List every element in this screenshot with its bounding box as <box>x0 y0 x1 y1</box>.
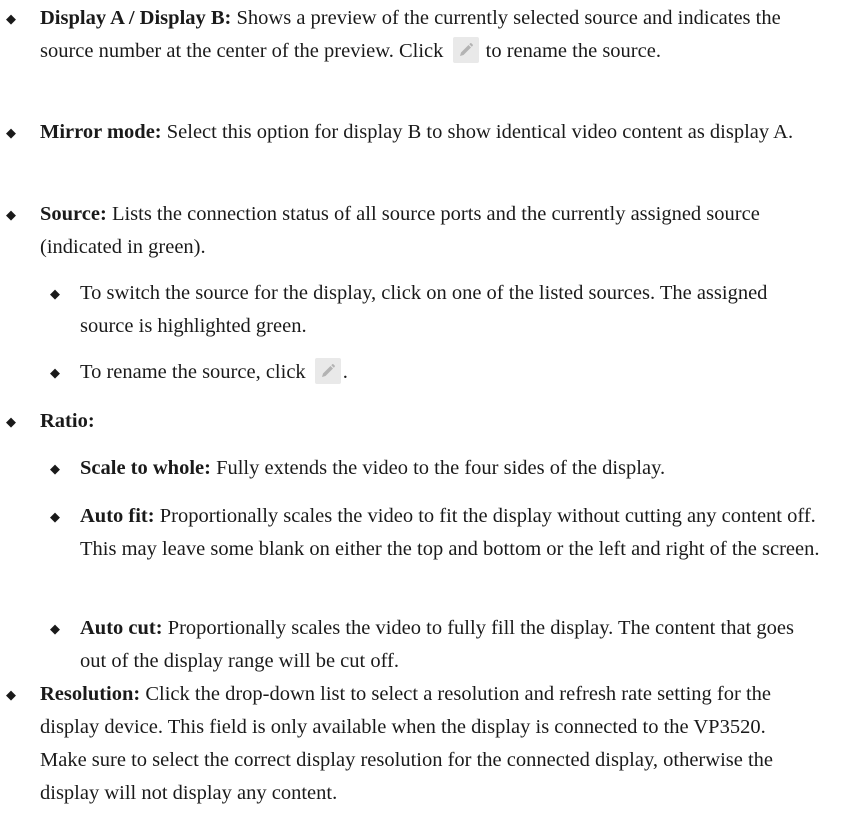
term-source: Source: <box>40 203 107 225</box>
description-rename-part2: . <box>342 361 348 383</box>
term-ratio: Ratio: <box>40 410 95 432</box>
description-resolution: Click the drop-down list to select a res… <box>40 683 774 804</box>
sub-item-scale-to-whole: ◆ Scale to whole: Fully extends the vide… <box>50 452 825 485</box>
bullet-icon: ◆ <box>50 286 60 301</box>
description-auto-fit: Proportionally scales the video to fit t… <box>80 505 820 560</box>
list-item-source: ◆ Source: Lists the connection status of… <box>6 198 810 264</box>
sub-item-auto-fit: ◆ Auto fit: Proportionally scales the vi… <box>50 500 825 566</box>
list-item-mirror-mode: ◆ Mirror mode: Select this option for di… <box>6 116 810 149</box>
bullet-icon: ◆ <box>50 509 60 524</box>
description-display-part2: to rename the source. <box>480 40 661 62</box>
bullet-icon: ◆ <box>50 621 60 636</box>
description-switch-source: To switch the source for the display, cl… <box>80 282 768 337</box>
term-resolution: Resolution: <box>40 683 141 705</box>
term-display: Display A / Display B: <box>40 7 232 29</box>
pencil-icon[interactable] <box>314 358 341 384</box>
bullet-icon: ◆ <box>50 461 60 476</box>
bullet-icon: ◆ <box>6 11 16 26</box>
list-item-display: ◆ Display A / Display B: Shows a preview… <box>6 2 810 68</box>
pencil-icon[interactable] <box>452 37 479 63</box>
bullet-icon: ◆ <box>6 414 16 429</box>
list-item-resolution: ◆ Resolution: Click the drop-down list t… <box>6 678 810 810</box>
list-item-ratio: ◆ Ratio: <box>6 405 810 438</box>
description-auto-cut: Proportionally scales the video to fully… <box>80 617 794 672</box>
description-scale-to-whole: Fully extends the video to the four side… <box>210 457 666 479</box>
bullet-icon: ◆ <box>6 125 16 140</box>
term-auto-fit: Auto fit: <box>80 505 155 527</box>
term-auto-cut: Auto cut: <box>80 617 163 639</box>
description-source: Lists the connection status of all sourc… <box>40 203 760 258</box>
bullet-icon: ◆ <box>6 687 16 702</box>
description-mirror-mode: Select this option for display B to show… <box>161 121 794 143</box>
sub-item-switch-source: ◆ To switch the source for the display, … <box>50 277 825 343</box>
description-rename-part1: To rename the source, click <box>80 361 311 383</box>
sub-item-rename-source: ◆ To rename the source, click . <box>50 356 825 389</box>
term-mirror-mode: Mirror mode: <box>40 121 162 143</box>
term-scale-to-whole: Scale to whole: <box>80 457 211 479</box>
bullet-icon: ◆ <box>50 365 60 380</box>
bullet-icon: ◆ <box>6 207 16 222</box>
sub-item-auto-cut: ◆ Auto cut: Proportionally scales the vi… <box>50 612 825 678</box>
